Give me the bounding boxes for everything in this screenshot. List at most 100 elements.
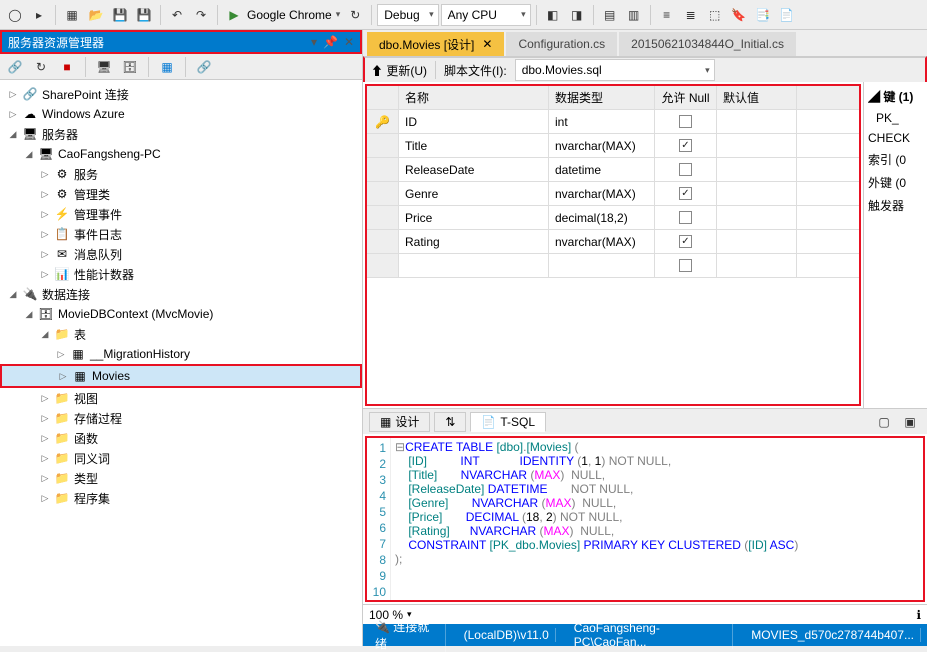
pin-icon[interactable]: 📌 bbox=[323, 35, 338, 49]
close-icon[interactable]: ✕ bbox=[482, 37, 492, 51]
browser-label[interactable]: Google Chrome bbox=[247, 8, 332, 22]
refresh-icon[interactable]: ↻ bbox=[30, 56, 52, 78]
tree-item[interactable]: ▷📁类型 bbox=[0, 468, 362, 488]
checkbox[interactable] bbox=[679, 211, 692, 224]
tree-item[interactable]: ▷✉消息队列 bbox=[0, 244, 362, 264]
expander-icon[interactable]: ▷ bbox=[40, 473, 50, 484]
pk-item[interactable]: PK_ bbox=[868, 111, 923, 125]
expander-icon[interactable]: ▷ bbox=[40, 393, 50, 404]
checkbox[interactable]: ✓ bbox=[679, 139, 692, 152]
col-null-header[interactable]: 允许 Null bbox=[655, 86, 717, 109]
tool-icon-3[interactable]: ▤ bbox=[599, 4, 621, 26]
cell-null[interactable] bbox=[655, 158, 717, 181]
expander-icon[interactable]: ▷ bbox=[40, 249, 50, 260]
forward-icon[interactable]: ▸ bbox=[28, 4, 50, 26]
check-header[interactable]: CHECK bbox=[868, 131, 923, 145]
checkbox[interactable]: ✓ bbox=[679, 187, 692, 200]
grid-row[interactable]: Price decimal(18,2) bbox=[367, 206, 859, 230]
cell-name[interactable] bbox=[399, 254, 549, 277]
cell-type[interactable]: nvarchar(MAX) bbox=[549, 230, 655, 253]
expander-icon[interactable]: ▷ bbox=[56, 349, 66, 360]
col-type-header[interactable]: 数据类型 bbox=[549, 86, 655, 109]
tree-item[interactable]: ▷📊性能计数器 bbox=[0, 264, 362, 284]
config-dropdown[interactable]: Debug bbox=[377, 4, 438, 26]
grid-row[interactable]: Title nvarchar(MAX) ✓ bbox=[367, 134, 859, 158]
cell-type[interactable]: datetime bbox=[549, 158, 655, 181]
undo-icon[interactable]: ↶ bbox=[166, 4, 188, 26]
tool-icon-2[interactable]: ◨ bbox=[566, 4, 588, 26]
tree-item[interactable]: ▷📁存储过程 bbox=[0, 408, 362, 428]
expander-icon[interactable]: ▷ bbox=[8, 109, 18, 120]
expander-icon[interactable]: ◢ bbox=[24, 149, 34, 160]
document-tab[interactable]: Configuration.cs bbox=[506, 32, 617, 56]
cell-default[interactable] bbox=[717, 110, 797, 133]
tool-icon-1[interactable]: ◧ bbox=[542, 4, 564, 26]
expander-icon[interactable]: ▷ bbox=[8, 89, 18, 100]
tree-item[interactable]: ▷📁视图 bbox=[0, 388, 362, 408]
collapse-icon[interactable]: ▣ bbox=[899, 411, 921, 433]
tree-item[interactable]: ◢🖥CaoFangsheng-PC bbox=[0, 144, 362, 164]
expander-icon[interactable]: ◢ bbox=[8, 289, 18, 300]
tool-icon-9[interactable]: 📄 bbox=[776, 4, 798, 26]
fk-header[interactable]: 外键 (0 bbox=[868, 174, 923, 191]
checkbox[interactable] bbox=[679, 259, 692, 272]
open-icon[interactable]: 📂 bbox=[85, 4, 107, 26]
expander-icon[interactable]: ▷ bbox=[40, 493, 50, 504]
checkbox[interactable]: ✓ bbox=[679, 235, 692, 248]
expander-icon[interactable]: ▷ bbox=[40, 433, 50, 444]
tree-item[interactable]: ▷▦Movies bbox=[2, 366, 360, 386]
db-icon[interactable]: 🗄 bbox=[119, 56, 141, 78]
tree-item[interactable]: ▷▦__MigrationHistory bbox=[0, 344, 362, 364]
save-icon[interactable]: 💾 bbox=[109, 4, 131, 26]
col-name-header[interactable]: 名称 bbox=[399, 86, 549, 109]
tsql-tab[interactable]: 📄 T-SQL bbox=[470, 412, 546, 432]
cell-null[interactable] bbox=[655, 110, 717, 133]
tree-item[interactable]: ◢🗄MovieDBContext (MvcMovie) bbox=[0, 304, 362, 324]
expander-icon[interactable]: ◢ bbox=[8, 129, 18, 140]
back-icon[interactable]: ◯ bbox=[4, 4, 26, 26]
tool-icon-8[interactable]: 📑 bbox=[752, 4, 774, 26]
cell-default[interactable] bbox=[717, 134, 797, 157]
cell-type[interactable]: int bbox=[549, 110, 655, 133]
tool-icon-7[interactable]: ⬚ bbox=[704, 4, 726, 26]
cell-default[interactable] bbox=[717, 206, 797, 229]
server-icon[interactable]: 🖥 bbox=[93, 56, 115, 78]
col-default-header[interactable]: 默认值 bbox=[717, 86, 797, 109]
cell-type[interactable]: decimal(18,2) bbox=[549, 206, 655, 229]
document-tab[interactable]: 20150621034844O_Initial.cs bbox=[619, 32, 796, 56]
platform-dropdown[interactable]: Any CPU bbox=[441, 4, 531, 26]
cell-default[interactable] bbox=[717, 254, 797, 277]
azure-icon[interactable]: ▦ bbox=[156, 56, 178, 78]
tree-item[interactable]: ▷📁函数 bbox=[0, 428, 362, 448]
expander-icon[interactable]: ▷ bbox=[40, 413, 50, 424]
grid-row[interactable]: ReleaseDate datetime bbox=[367, 158, 859, 182]
stop-icon[interactable]: ■ bbox=[56, 56, 78, 78]
expander-icon[interactable]: ▷ bbox=[40, 453, 50, 464]
grid-row[interactable]: Rating nvarchar(MAX) ✓ bbox=[367, 230, 859, 254]
expander-icon[interactable]: ▷ bbox=[58, 371, 68, 382]
checkbox[interactable] bbox=[679, 115, 692, 128]
cell-null[interactable] bbox=[655, 206, 717, 229]
checkbox[interactable] bbox=[679, 163, 692, 176]
expand-icon[interactable]: ▢ bbox=[873, 411, 895, 433]
cell-default[interactable] bbox=[717, 158, 797, 181]
cell-name[interactable]: Price bbox=[399, 206, 549, 229]
cell-null[interactable] bbox=[655, 254, 717, 277]
expander-icon[interactable]: ▷ bbox=[40, 269, 50, 280]
save-all-icon[interactable]: 💾 bbox=[133, 4, 155, 26]
tool-icon-4[interactable]: ▥ bbox=[623, 4, 645, 26]
expander-icon[interactable]: ▷ bbox=[40, 169, 50, 180]
start-icon[interactable]: ▶ bbox=[223, 4, 245, 26]
tree-item[interactable]: ▷⚙服务 bbox=[0, 164, 362, 184]
tree-item[interactable]: ▷☁Windows Azure bbox=[0, 104, 362, 124]
cell-name[interactable]: ID bbox=[399, 110, 549, 133]
cell-type[interactable]: nvarchar(MAX) bbox=[549, 182, 655, 205]
grid-row[interactable]: Genre nvarchar(MAX) ✓ bbox=[367, 182, 859, 206]
document-tab[interactable]: dbo.Movies [设计] ✕ bbox=[367, 32, 504, 56]
design-tab[interactable]: ▦ 设计 bbox=[369, 412, 430, 432]
update-button[interactable]: ⬆ 更新(U) bbox=[371, 62, 427, 79]
cell-null[interactable]: ✓ bbox=[655, 230, 717, 253]
cell-default[interactable] bbox=[717, 182, 797, 205]
tree-item[interactable]: ◢📁表 bbox=[0, 324, 362, 344]
tree-item[interactable]: ◢🔌数据连接 bbox=[0, 284, 362, 304]
